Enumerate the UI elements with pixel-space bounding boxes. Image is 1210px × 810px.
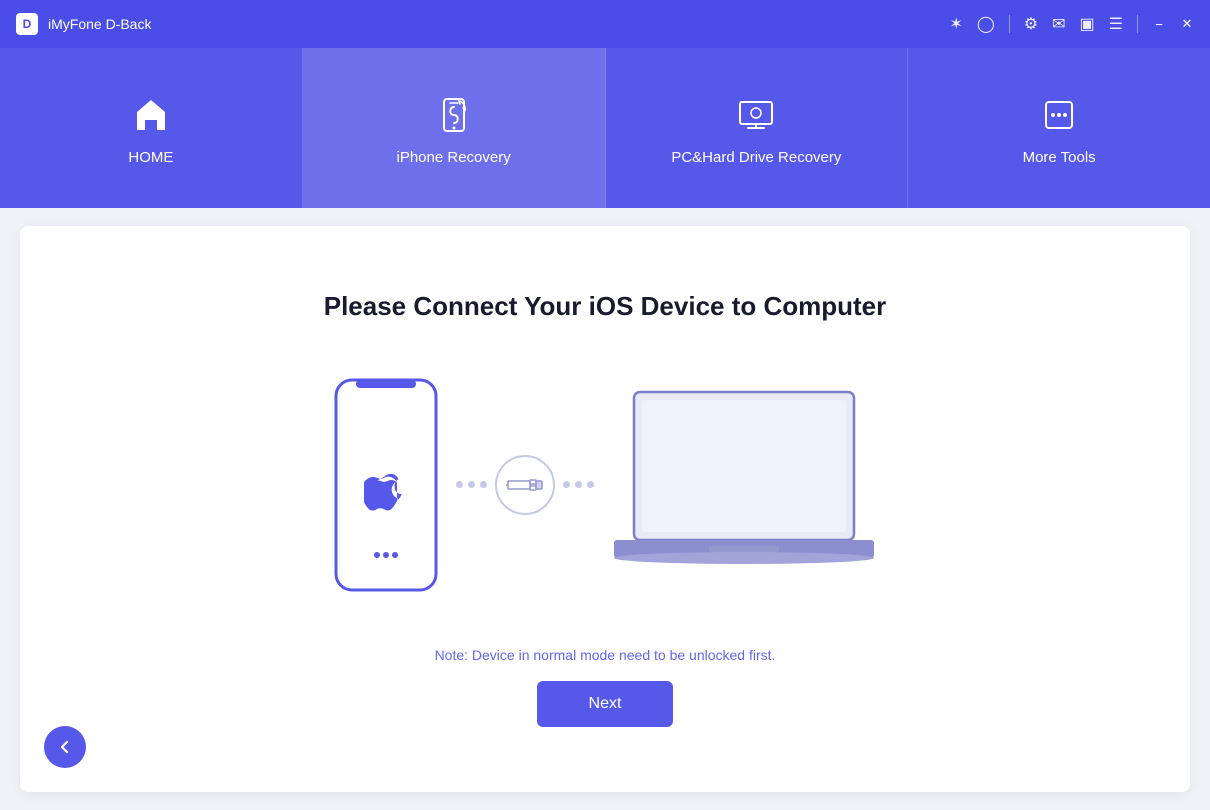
close-button[interactable]: ✕: [1180, 17, 1194, 31]
settings-icon[interactable]: ⚙: [1024, 14, 1038, 34]
app-logo: D: [16, 13, 38, 35]
dot4: [563, 481, 570, 488]
divider: [1009, 15, 1010, 33]
menu-icon[interactable]: ☰: [1109, 14, 1123, 34]
nav-more-tools-label: More Tools: [1023, 149, 1096, 166]
dot2: [468, 481, 475, 488]
chat-icon[interactable]: ▣: [1080, 14, 1095, 34]
back-button[interactable]: [44, 726, 86, 768]
nav-more-tools[interactable]: More Tools: [908, 48, 1210, 208]
right-dots: [563, 481, 594, 488]
nav-pc-recovery-label: PC&Hard Drive Recovery: [671, 149, 841, 166]
nav-home[interactable]: HOME: [0, 48, 303, 208]
dot1: [456, 481, 463, 488]
mail-icon[interactable]: ✉: [1052, 14, 1065, 34]
iphone-recovery-icon: [430, 91, 478, 139]
titlebar-left: D iMyFone D-Back: [16, 13, 151, 35]
connect-title: Please Connect Your iOS Device to Comput…: [324, 291, 887, 322]
navbar: HOME iPhone Recovery PC&Hard Drive Recov: [0, 48, 1210, 208]
next-button[interactable]: Next: [537, 681, 674, 727]
nav-home-label: HOME: [128, 149, 173, 166]
pc-recovery-icon: [732, 91, 780, 139]
nav-iphone-recovery[interactable]: iPhone Recovery: [303, 48, 606, 208]
divider2: [1137, 15, 1138, 33]
more-tools-icon: [1035, 91, 1083, 139]
share-icon[interactable]: ✶: [949, 14, 962, 34]
dot5: [575, 481, 582, 488]
user-icon[interactable]: ◯: [977, 14, 995, 34]
nav-pc-recovery[interactable]: PC&Hard Drive Recovery: [606, 48, 909, 208]
left-dots: [456, 481, 487, 488]
back-arrow-icon: [56, 738, 74, 756]
home-icon: [127, 91, 175, 139]
titlebar-controls: ✶ ◯ ⚙ ✉ ▣ ☰ − ✕: [949, 14, 1194, 34]
phone-illustration: [326, 375, 446, 595]
connection-line: [456, 455, 594, 515]
usb-svg: [506, 474, 544, 496]
app-title: iMyFone D-Back: [48, 16, 151, 32]
dot6: [587, 481, 594, 488]
main-content: Please Connect Your iOS Device to Comput…: [20, 226, 1190, 792]
nav-iphone-recovery-label: iPhone Recovery: [397, 149, 511, 166]
minimize-button[interactable]: −: [1152, 17, 1166, 31]
laptop-svg: [604, 372, 884, 592]
usb-circle: [495, 455, 555, 515]
illustration: [326, 372, 884, 597]
phone-svg: [326, 375, 446, 595]
dot3: [480, 481, 487, 488]
note-text: Note: Device in normal mode need to be u…: [435, 647, 776, 663]
laptop-illustration: [604, 372, 884, 597]
titlebar: D iMyFone D-Back ✶ ◯ ⚙ ✉ ▣ ☰ − ✕: [0, 0, 1210, 48]
